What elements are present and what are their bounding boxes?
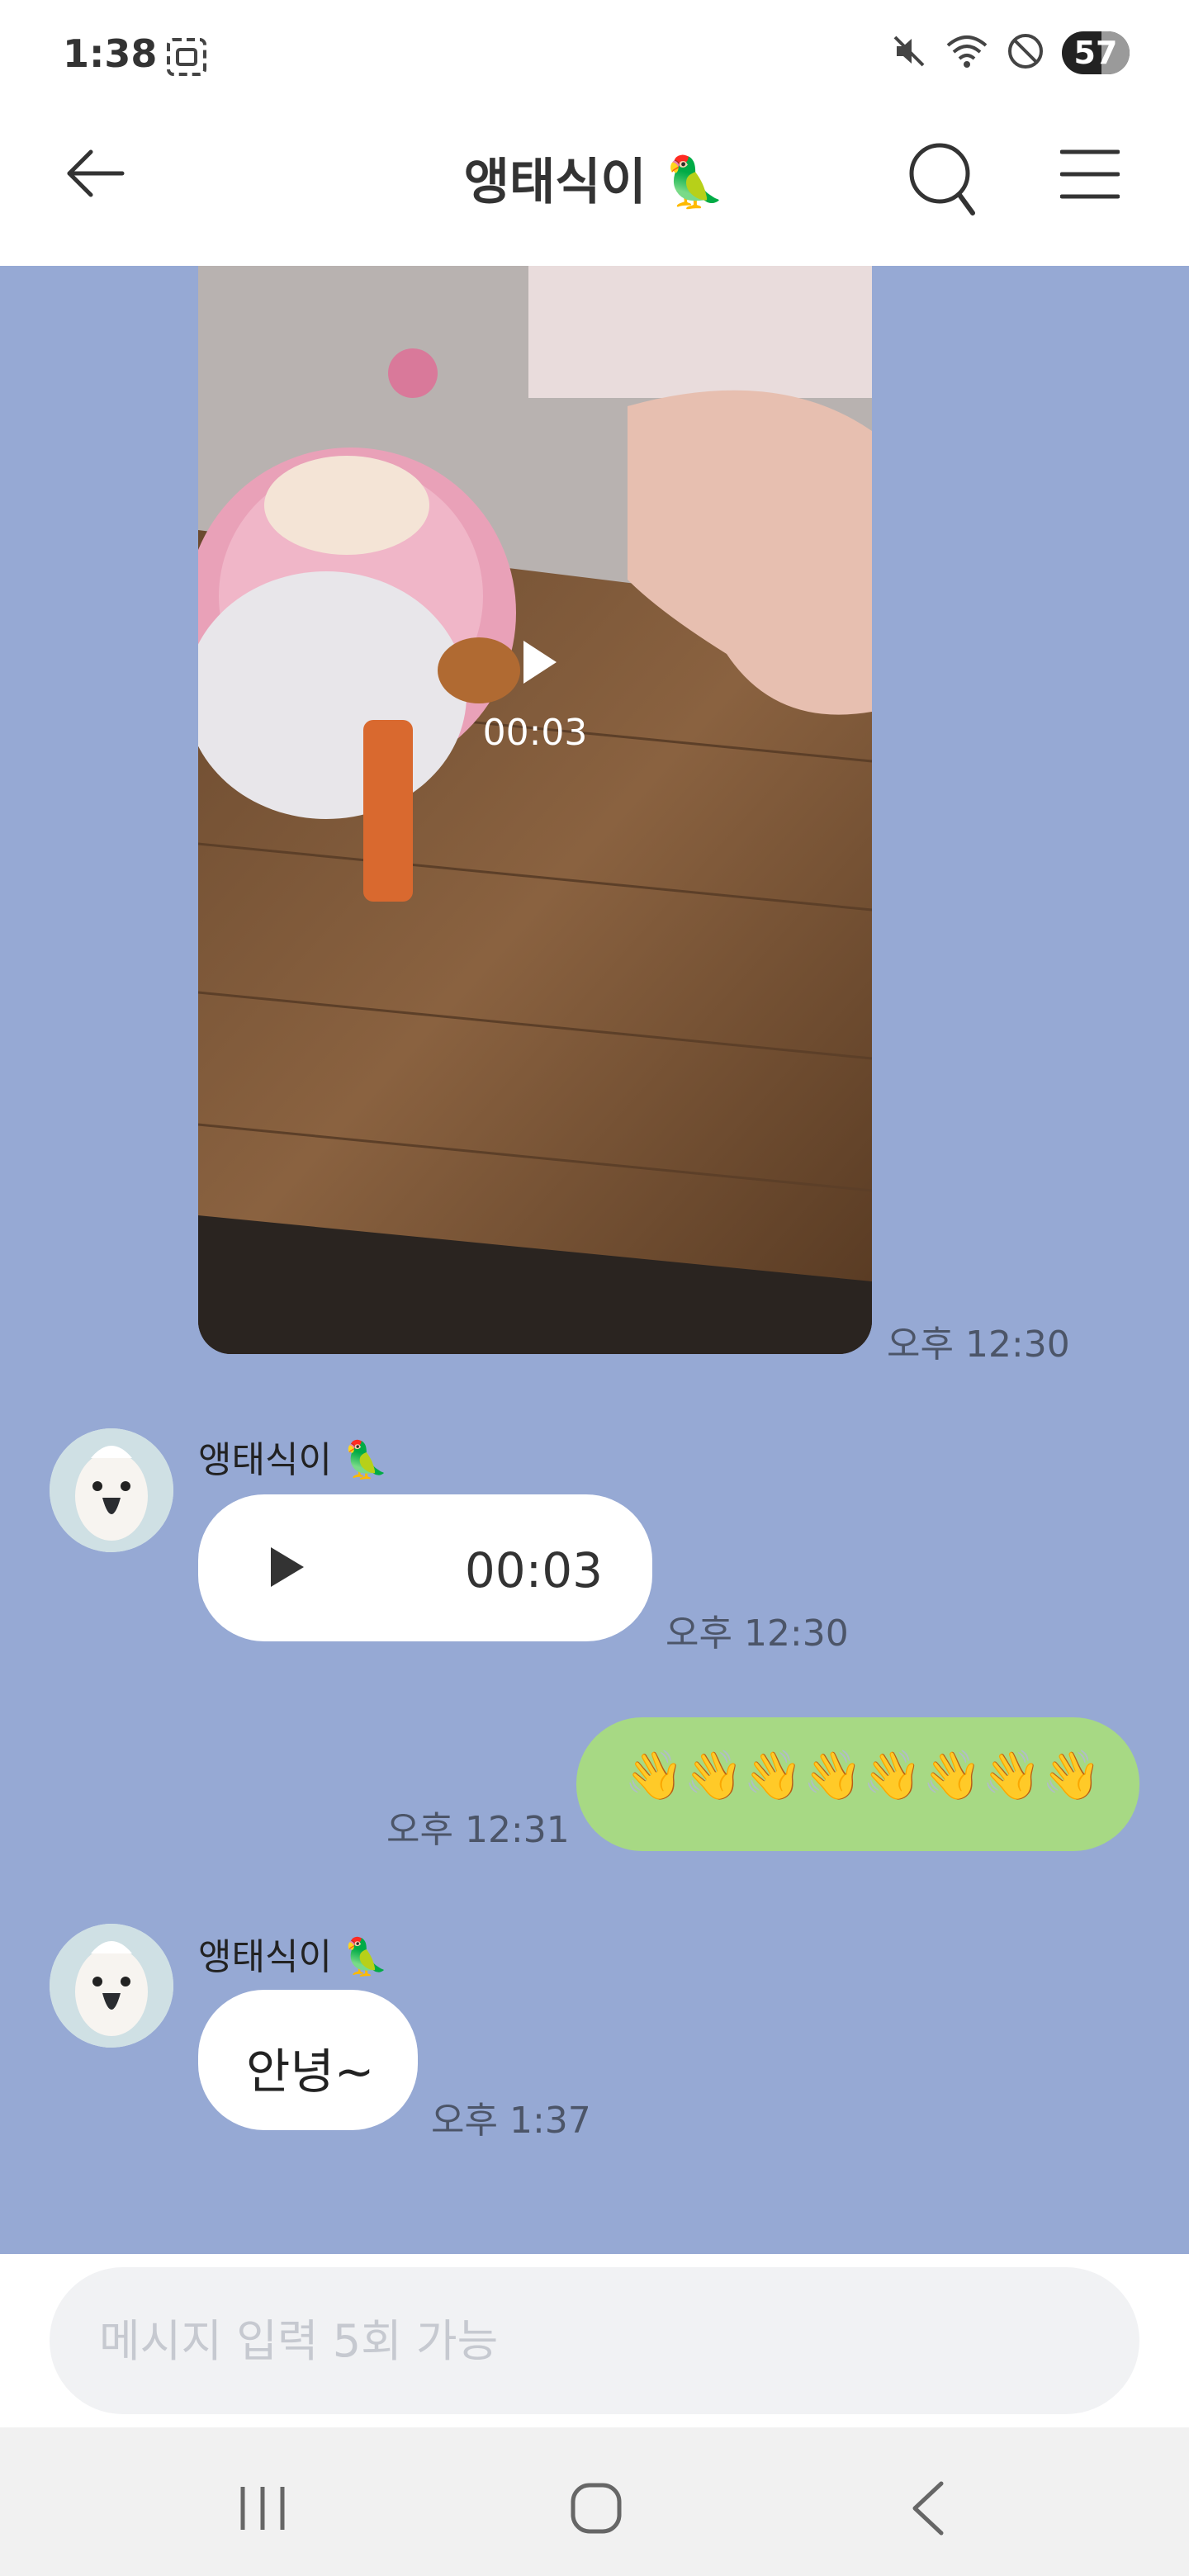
sender-name: 앵태식이 🦜 — [198, 1936, 389, 1978]
status-bar: 1:38 57 — [0, 0, 1189, 116]
nav-back-icon[interactable] — [910, 2480, 946, 2540]
search-icon[interactable] — [905, 139, 979, 221]
do-not-disturb-icon — [1006, 31, 1045, 74]
video-thumbnail — [198, 266, 872, 1354]
mute-icon — [890, 32, 928, 73]
battery-indicator: 57 — [1062, 31, 1130, 74]
avatar[interactable] — [50, 1924, 173, 2048]
video-message[interactable]: 00:03 — [198, 266, 872, 1354]
audio-play-icon[interactable] — [268, 1544, 307, 1590]
status-icons: 57 — [890, 31, 1130, 74]
message-time: 오후 1:37 — [431, 2100, 591, 2142]
video-play-icon[interactable] — [519, 637, 560, 687]
audio-message[interactable]: 00:03 — [198, 1494, 652, 1641]
emoji-text: 👋👋👋👋👋👋👋👋 — [624, 1747, 1101, 1803]
message-text: 안녕~ — [246, 2043, 375, 2100]
status-time: 1:38 — [63, 31, 158, 76]
message-time: 오후 12:31 — [386, 1809, 570, 1851]
sender-name: 앵태식이 🦜 — [198, 1439, 389, 1481]
chat-area[interactable]: 00:03 오후 12:30 앵태식이 🦜 00:03 오후 12:30 오후 … — [0, 266, 1189, 2254]
menu-icon[interactable] — [1059, 147, 1120, 205]
screenshot-icon — [165, 36, 208, 81]
message-input[interactable] — [50, 2267, 1139, 2414]
recent-apps-icon[interactable] — [239, 2484, 286, 2536]
video-duration: 00:03 — [482, 712, 588, 754]
wifi-icon — [945, 32, 989, 73]
avatar[interactable] — [50, 1428, 173, 1552]
home-icon[interactable] — [570, 2482, 623, 2538]
message-time: 오후 12:30 — [887, 1324, 1070, 1366]
battery-level: 57 — [1073, 35, 1118, 71]
audio-duration: 00:03 — [464, 1542, 603, 1598]
chat-title: 앵태식이 🦜 — [463, 154, 726, 211]
received-message[interactable]: 안녕~ — [198, 1990, 418, 2130]
sent-message[interactable]: 👋👋👋👋👋👋👋👋 — [576, 1717, 1139, 1851]
message-time: 오후 12:30 — [666, 1612, 849, 1655]
